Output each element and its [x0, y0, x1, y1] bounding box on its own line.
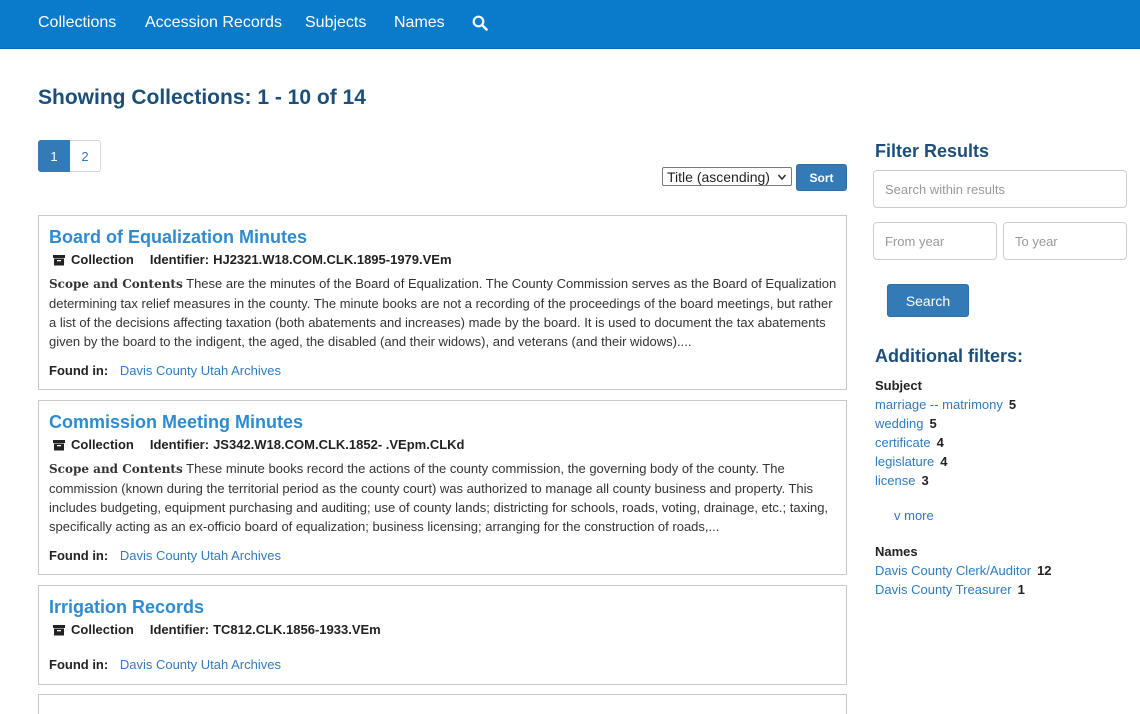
- result-meta: Collection Identifier: HJ2321.W18.COM.CL…: [53, 252, 452, 267]
- facet-link[interactable]: certificate: [875, 435, 931, 450]
- result-card: Commission Meeting Minutes Collection Id…: [38, 400, 847, 575]
- facet-item: wedding 5: [875, 416, 937, 431]
- nav-collections[interactable]: Collections: [38, 13, 116, 33]
- facet-item: Davis County Treasurer 1: [875, 582, 1025, 597]
- result-meta: Collection Identifier: JS342.W18.COM.CLK…: [53, 437, 464, 452]
- pagination: 1 2: [38, 140, 101, 172]
- from-year-input[interactable]: From year: [873, 222, 997, 260]
- facet-link[interactable]: wedding: [875, 416, 923, 431]
- result-title[interactable]: Commission Meeting Minutes: [49, 412, 303, 433]
- to-year-input[interactable]: To year: [1003, 222, 1127, 260]
- identifier-value: TC812.CLK.1856-1933.VEm: [213, 622, 381, 637]
- facet-item: legislature 4: [875, 454, 948, 469]
- found-in: Found in: Davis County Utah Archives: [49, 657, 281, 672]
- facet-link[interactable]: marriage -- matrimony: [875, 397, 1003, 412]
- search-within-input[interactable]: Search within results: [873, 170, 1127, 208]
- found-in: Found in: Davis County Utah Archives: [49, 363, 281, 378]
- result-title[interactable]: Board of Equalization Minutes: [49, 227, 307, 248]
- page-1-link[interactable]: 1: [38, 140, 70, 172]
- to-year-placeholder: To year: [1015, 233, 1058, 249]
- nav-subjects[interactable]: Subjects: [305, 13, 366, 33]
- subject-facet-heading: Subject: [875, 378, 922, 393]
- sort-select-value: Title (ascending): [667, 168, 770, 185]
- names-facet-heading: Names: [875, 544, 918, 559]
- page-2-link[interactable]: 2: [70, 140, 101, 172]
- found-in-link[interactable]: Davis County Utah Archives: [120, 363, 281, 378]
- facet-count: 5: [929, 416, 937, 431]
- identifier-value: JS342.W18.COM.CLK.1852- .VEpm.CLKd: [213, 437, 465, 452]
- filter-results-heading: Filter Results: [875, 141, 990, 161]
- result-type: Collection: [71, 437, 134, 452]
- facet-count: 3: [921, 473, 929, 488]
- facet-item: license 3: [875, 473, 929, 488]
- more-subjects-link[interactable]: v more: [894, 508, 934, 523]
- facet-count: 5: [1008, 397, 1017, 412]
- facet-item: marriage -- matrimony 5: [875, 397, 1016, 412]
- facet-link[interactable]: license: [875, 473, 915, 488]
- scope-contents: Scope and Contents These are the minutes…: [49, 274, 839, 351]
- scope-label: Scope and Contents: [49, 277, 183, 291]
- found-in-label: Found in:: [49, 657, 109, 672]
- identifier-label: Identifier:: [149, 622, 210, 637]
- found-in-link[interactable]: Davis County Utah Archives: [120, 657, 281, 672]
- facet-item: Davis County Clerk/Auditor 12: [875, 563, 1052, 578]
- facet-count: 1: [1017, 582, 1025, 597]
- result-type: Collection: [71, 622, 134, 637]
- sort-select[interactable]: Title (ascending): [662, 167, 792, 186]
- result-meta: Collection Identifier: TC812.CLK.1856-19…: [53, 622, 381, 637]
- chevron-down-icon: [777, 174, 787, 181]
- search-within-placeholder: Search within results: [885, 181, 1005, 197]
- result-type: Collection: [71, 252, 134, 267]
- additional-filters-heading: Additional filters:: [875, 346, 1023, 366]
- scope-label: Scope and Contents: [49, 462, 183, 476]
- search-button[interactable]: Search: [887, 284, 969, 317]
- found-in-label: Found in:: [49, 363, 109, 378]
- identifier-label: Identifier:: [149, 437, 210, 452]
- facet-count: 12: [1037, 563, 1052, 578]
- result-card: [38, 694, 847, 714]
- archive-box-icon: [53, 624, 65, 635]
- facet-count: 4: [940, 454, 948, 469]
- identifier-value: HJ2321.W18.COM.CLK.1895-1979.VEm: [213, 252, 452, 267]
- archive-box-icon: [53, 254, 65, 265]
- nav-names[interactable]: Names: [394, 13, 445, 33]
- search-icon[interactable]: [472, 15, 488, 31]
- facet-count: 4: [936, 435, 944, 450]
- facet-link[interactable]: legislature: [875, 454, 934, 469]
- from-year-placeholder: From year: [885, 233, 945, 249]
- sort-button[interactable]: Sort: [796, 164, 847, 191]
- top-navbar: Collections Accession Records Subjects N…: [0, 0, 1140, 49]
- result-card: Board of Equalization Minutes Collection…: [38, 215, 847, 390]
- archive-box-icon: [53, 439, 65, 450]
- result-title[interactable]: Irrigation Records: [49, 597, 204, 618]
- facet-item: certificate 4: [875, 435, 944, 450]
- page-title: Showing Collections: 1 - 10 of 14: [38, 86, 366, 109]
- facet-link[interactable]: Davis County Clerk/Auditor: [875, 563, 1031, 578]
- found-in-link[interactable]: Davis County Utah Archives: [120, 548, 281, 563]
- scope-contents: Scope and Contents These minute books re…: [49, 459, 839, 536]
- found-in: Found in: Davis County Utah Archives: [49, 548, 281, 563]
- facet-link[interactable]: Davis County Treasurer: [875, 582, 1012, 597]
- identifier-label: Identifier:: [149, 252, 210, 267]
- result-card: Irrigation Records Collection Identifier…: [38, 585, 847, 685]
- found-in-label: Found in:: [49, 548, 109, 563]
- nav-accession-records[interactable]: Accession Records: [145, 13, 282, 33]
